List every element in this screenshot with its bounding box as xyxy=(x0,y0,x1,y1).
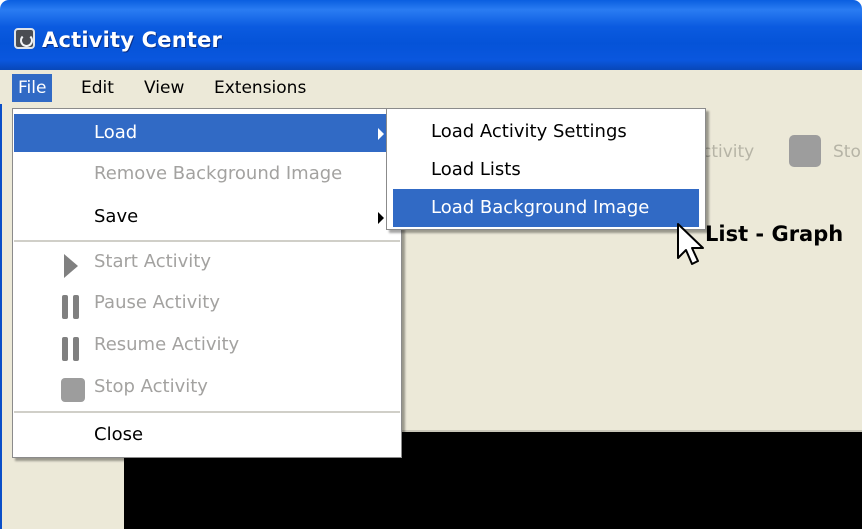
submenu-arrow-icon xyxy=(378,212,384,224)
window-title: Activity Center xyxy=(42,28,223,52)
menu-file[interactable]: File xyxy=(12,74,53,102)
stop-icon xyxy=(61,378,85,402)
menu-item-start-activity[interactable]: Start Activity xyxy=(14,243,400,281)
menu-item-remove-background-image[interactable]: Remove Background Image xyxy=(14,155,400,193)
menu-item-resume-activity[interactable]: Resume Activity xyxy=(14,326,400,364)
menu-item-label: Load xyxy=(94,122,138,143)
submenu-item-label: Load Background Image xyxy=(431,197,650,218)
toolbar-activity-label[interactable]: ctivity xyxy=(702,142,754,162)
left-panel xyxy=(0,104,12,529)
menu-item-label: Stop Activity xyxy=(94,376,208,397)
submenu-item-label: Load Activity Settings xyxy=(431,121,627,142)
menu-item-label: Start Activity xyxy=(94,251,212,272)
menu-item-label: Save xyxy=(94,206,139,227)
submenu-item-load-background-image[interactable]: Load Background Image xyxy=(393,189,699,227)
menu-separator xyxy=(14,411,400,413)
menu-edit[interactable]: Edit xyxy=(75,74,120,102)
menu-bar: File Edit View Extensions xyxy=(0,70,862,104)
submenu-item-load-lists[interactable]: Load Lists xyxy=(393,151,699,189)
app-icon xyxy=(14,28,35,49)
menu-extensions[interactable]: Extensions xyxy=(208,74,312,102)
menu-item-label: Close xyxy=(94,424,144,445)
menu-item-stop-activity[interactable]: Stop Activity xyxy=(14,368,400,406)
title-bar[interactable]: Activity Center xyxy=(0,0,862,70)
menu-item-label: Remove Background Image xyxy=(94,163,343,184)
submenu-item-label: Load Lists xyxy=(431,159,521,180)
toolbar-stop-label[interactable]: Sto xyxy=(833,142,861,162)
mouse-cursor-icon xyxy=(677,223,704,265)
pause-icon xyxy=(62,295,80,319)
load-submenu: Load Activity Settings Load Lists Load B… xyxy=(386,108,706,230)
menu-item-close[interactable]: Close xyxy=(14,416,400,454)
menu-item-load[interactable]: Load xyxy=(14,114,400,152)
menu-item-label: Resume Activity xyxy=(94,334,240,355)
submenu-arrow-icon xyxy=(378,128,384,140)
menu-item-label: Pause Activity xyxy=(94,292,220,313)
file-menu-dropdown: Load Remove Background Image Save Start … xyxy=(12,108,402,458)
menu-view[interactable]: View xyxy=(138,74,190,102)
panel-heading: List - Graph xyxy=(705,222,844,246)
play-icon xyxy=(64,254,78,278)
menu-separator xyxy=(14,240,400,242)
menu-item-save[interactable]: Save xyxy=(14,198,400,236)
submenu-item-load-activity-settings[interactable]: Load Activity Settings xyxy=(393,113,699,151)
app-window: Activity Center File Edit View Extension… xyxy=(0,0,862,529)
toolbar-stop-icon[interactable] xyxy=(789,135,821,167)
pause-icon xyxy=(62,337,80,361)
menu-item-pause-activity[interactable]: Pause Activity xyxy=(14,284,400,322)
